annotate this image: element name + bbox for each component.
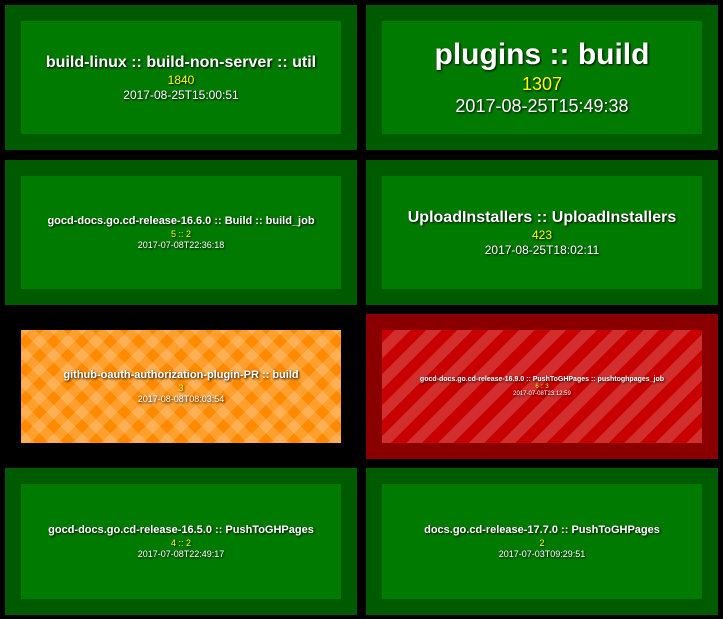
pipeline-name: build-linux :: build-non-server :: util [45, 53, 317, 71]
pipeline-name: gocd-docs.go.cd-release-16.6.0 :: Build … [47, 215, 315, 227]
build-timestamp: 2017-08-08T08:03:54 [137, 394, 225, 404]
pipeline-name: github-oauth-authorization-plugin-PR :: … [63, 369, 299, 381]
build-counter: 5 :: 2 [170, 229, 191, 239]
tile-body: docs.go.cd-release-17.7.0 :: PushToGHPag… [382, 484, 702, 599]
pipeline-tile[interactable]: plugins :: build 1307 2017-08-25T15:49:3… [366, 5, 718, 150]
tile-body: build-linux :: build-non-server :: util … [21, 21, 341, 134]
build-timestamp: 2017-07-08T22:49:17 [137, 549, 225, 559]
tile-body: UploadInstallers :: UploadInstallers 423… [382, 176, 702, 289]
build-counter: 3 [178, 383, 184, 393]
tile-body: gocd-docs.go.cd-release-16.5.0 :: PushTo… [21, 484, 341, 599]
tile-body: gocd-docs.go.cd-release-16.9.0 :: PushTo… [382, 330, 702, 443]
build-timestamp: 2017-07-08T23:12:59 [513, 391, 571, 397]
build-timestamp: 2017-07-03T09:29:51 [498, 549, 586, 559]
tile-body: plugins :: build 1307 2017-08-25T15:49:3… [382, 21, 702, 134]
pipeline-tile[interactable]: gocd-docs.go.cd-release-16.5.0 :: PushTo… [5, 468, 357, 615]
build-timestamp: 2017-07-08T22:36:18 [137, 240, 225, 250]
build-counter: 4 :: 2 [170, 538, 191, 548]
build-counter: 6 :: 3 [535, 384, 549, 390]
build-timestamp: 2017-08-25T18:02:11 [484, 242, 600, 257]
build-counter: 1307 [521, 74, 563, 94]
tile-body: github-oauth-authorization-plugin-PR :: … [21, 330, 341, 443]
pipeline-name: gocd-docs.go.cd-release-16.5.0 :: PushTo… [48, 524, 314, 536]
pipeline-tile[interactable]: github-oauth-authorization-plugin-PR :: … [5, 314, 357, 459]
pipeline-tile[interactable]: docs.go.cd-release-17.7.0 :: PushToGHPag… [366, 468, 718, 615]
build-counter: 2 [539, 538, 545, 548]
pipeline-name: UploadInstallers :: UploadInstallers [407, 208, 677, 226]
build-timestamp: 2017-08-25T15:49:38 [455, 96, 629, 116]
build-counter: 1840 [167, 72, 195, 87]
pipeline-name: plugins :: build [434, 38, 650, 71]
pipeline-tile[interactable]: UploadInstallers :: UploadInstallers 423… [366, 160, 718, 305]
tile-body: gocd-docs.go.cd-release-16.6.0 :: Build … [21, 176, 341, 289]
pipeline-tile[interactable]: gocd-docs.go.cd-release-16.9.0 :: PushTo… [366, 314, 718, 459]
pipeline-name: gocd-docs.go.cd-release-16.9.0 :: PushTo… [419, 376, 665, 383]
build-timestamp: 2017-08-25T15:00:51 [123, 87, 239, 102]
pipeline-tile[interactable]: gocd-docs.go.cd-release-16.6.0 :: Build … [5, 160, 357, 305]
build-counter: 423 [531, 227, 553, 242]
pipeline-name: docs.go.cd-release-17.7.0 :: PushToGHPag… [424, 524, 660, 536]
pipeline-tile[interactable]: build-linux :: build-non-server :: util … [5, 5, 357, 150]
